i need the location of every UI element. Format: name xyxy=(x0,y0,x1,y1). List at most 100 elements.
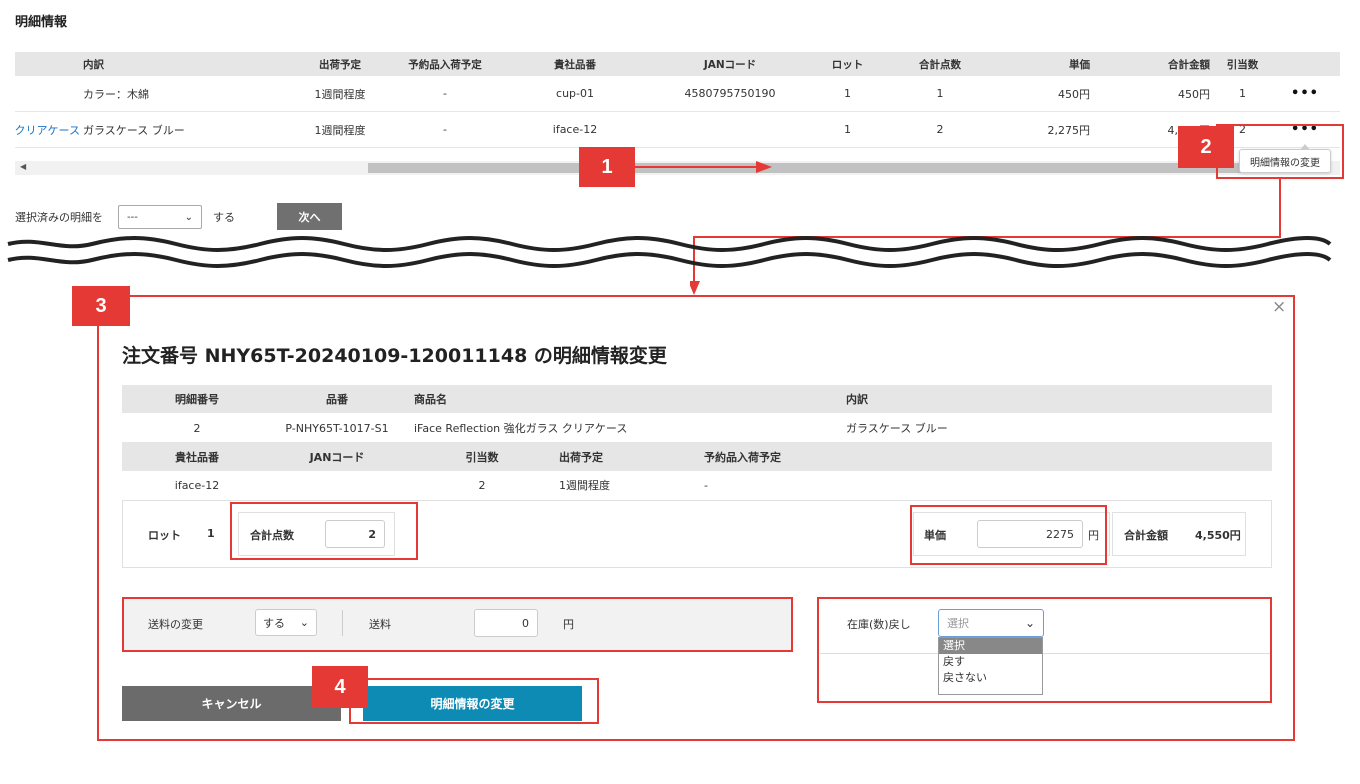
table-row[interactable]: カラー：木綿 1週間程度 - cup-01 4580795750190 1 1 … xyxy=(15,76,1340,112)
info-row-2: iface-12 2 1週間程度 - xyxy=(122,471,1272,499)
info-sku: iface-12 xyxy=(174,478,220,492)
stock-return-options: 選択 戻す 戻さない xyxy=(938,637,1043,695)
row-ship: 1週間程度 xyxy=(314,123,366,137)
chevron-down-icon: ⌄ xyxy=(299,616,309,629)
table-header: 内訳 出荷予定 予約品入荷予定 貴社品番 JANコード ロット 合計点数 単価 … xyxy=(15,52,1340,76)
col-jan: JANコード xyxy=(703,58,757,71)
badge-1: 1 xyxy=(579,147,635,187)
info-detail: ガラスケース ブルー xyxy=(846,422,948,435)
wavy-divider xyxy=(7,236,1332,268)
row-prefix[interactable] xyxy=(15,76,80,111)
table-row[interactable]: クリアケース ガラスケース ブルー 1週間程度 - iface-12 1 2 2… xyxy=(15,112,1340,148)
row-jan: 4580795750190 xyxy=(684,87,776,100)
row-qty: 1 xyxy=(936,87,944,100)
bulk-select-value: --- xyxy=(127,211,138,223)
info-row-1: 2 P-NHY65T-1017-S1 iFace Reflection 強化ガラ… xyxy=(122,413,1272,443)
col-detail: 内訳 xyxy=(83,58,104,71)
info-jan xyxy=(292,471,382,499)
stock-return-label: 在庫(数)戻し xyxy=(847,618,911,631)
close-icon[interactable]: × xyxy=(1272,297,1286,317)
info-line-no: 2 xyxy=(193,421,201,435)
row-alloc: 1 xyxy=(1239,87,1246,100)
scroll-thumb[interactable] xyxy=(368,163,1308,173)
info-h-jan: JANコード xyxy=(309,451,365,464)
info-h-ship: 出荷予定 xyxy=(559,451,603,464)
info-h-alloc: 引当数 xyxy=(465,451,499,464)
badge-2: 2 xyxy=(1178,126,1234,168)
shipping-unit: 円 xyxy=(563,618,574,631)
total-label: 合計金額 xyxy=(1124,529,1168,542)
row-jan xyxy=(680,112,780,147)
bulk-suffix: する xyxy=(213,211,235,224)
row-price: 450円 xyxy=(1058,87,1090,101)
info-h-line-no: 明細番号 xyxy=(175,393,219,406)
col-reserve: 予約品入荷予定 xyxy=(408,58,482,71)
row-sku: cup-01 xyxy=(556,87,594,100)
info-header-2: 貴社品番 JANコード 引当数 出荷予定 予約品入荷予定 xyxy=(122,443,1272,471)
info-product: iFace Reflection 強化ガラス クリアケース xyxy=(414,422,628,435)
col-sku: 貴社品番 xyxy=(554,58,596,71)
arrow-right-icon xyxy=(634,161,772,173)
tooltip: 明細情報の変更 xyxy=(1239,144,1331,173)
col-lot: ロット xyxy=(831,58,864,71)
chevron-down-icon: ⌄ xyxy=(184,211,193,223)
info-part-no: P-NHY65T-1017-S1 xyxy=(285,421,389,435)
stock-select-placeholder: 選択 xyxy=(947,617,969,630)
row-qty: 2 xyxy=(936,123,944,136)
row-ship: 1週間程度 xyxy=(314,87,366,101)
callout-box-stock xyxy=(817,597,1272,703)
row-reserve: - xyxy=(443,87,447,100)
stock-option[interactable]: 戻す xyxy=(939,654,1042,670)
callout-box-submit xyxy=(349,678,599,724)
bulk-label: 選択済みの明細を xyxy=(15,211,103,224)
divider xyxy=(820,653,1270,654)
more-menu-icon[interactable]: ••• xyxy=(1290,76,1320,111)
row-detail: ガラスケース ブルー xyxy=(83,123,185,137)
total-value: 4,550円 xyxy=(1195,529,1241,542)
chevron-down-icon: ⌄ xyxy=(1024,616,1035,630)
row-price: 2,275円 xyxy=(1047,123,1091,137)
col-ship: 出荷予定 xyxy=(319,58,361,71)
divider xyxy=(342,610,343,636)
info-h-detail: 内訳 xyxy=(846,393,868,406)
info-header-1: 明細番号 品番 商品名 内訳 xyxy=(122,385,1272,413)
next-button[interactable]: 次へ xyxy=(277,203,342,230)
stock-option[interactable]: 戻さない xyxy=(939,670,1042,686)
bulk-action-select[interactable]: --- ⌄ xyxy=(118,205,202,229)
modal-title: 注文番号 NHY65T-20240109-120011148 の明細情報変更 xyxy=(122,345,667,367)
shipping-change-label: 送料の変更 xyxy=(148,618,203,631)
info-reserve: - xyxy=(704,478,708,492)
row-lot: 1 xyxy=(844,123,851,136)
row-lot: 1 xyxy=(844,87,851,100)
scroll-left-icon[interactable]: ◀ xyxy=(20,162,26,171)
shipping-input[interactable]: 0 xyxy=(474,609,538,637)
stock-option[interactable]: 選択 xyxy=(939,638,1042,654)
col-alloc: 引当数 xyxy=(1226,58,1259,71)
cancel-button[interactable]: キャンセル xyxy=(122,686,341,721)
row-detail: カラー：木綿 xyxy=(83,87,149,101)
row-total: 450円 xyxy=(1178,87,1210,101)
callout-box-shipping xyxy=(122,597,793,652)
shipping-label: 送料 xyxy=(369,618,391,631)
shipping-change-select[interactable]: する ⌄ xyxy=(255,609,317,636)
info-h-sku: 貴社品番 xyxy=(175,451,219,464)
info-h-reserve: 予約品入荷予定 xyxy=(704,451,781,464)
lot-label: ロット xyxy=(148,529,181,542)
stock-return-select[interactable]: 選択 ⌄ xyxy=(938,609,1044,637)
shipping-change-value: する xyxy=(263,616,285,630)
info-ship: 1週間程度 xyxy=(559,479,610,492)
section-title: 明細情報 xyxy=(15,15,68,30)
callout-box-price xyxy=(910,505,1107,565)
row-sku: iface-12 xyxy=(552,123,598,136)
row-prefix[interactable]: クリアケース xyxy=(5,112,80,147)
badge-4: 4 xyxy=(312,666,368,708)
col-price: 単価 xyxy=(1069,58,1090,71)
col-total: 合計金額 xyxy=(1168,58,1210,71)
row-reserve: - xyxy=(443,123,447,136)
info-h-part-no: 品番 xyxy=(326,393,348,406)
col-qty: 合計点数 xyxy=(919,58,961,71)
callout-box-qty xyxy=(230,502,418,560)
info-h-product: 商品名 xyxy=(414,393,447,406)
badge-3: 3 xyxy=(72,286,130,326)
info-alloc: 2 xyxy=(478,478,486,492)
